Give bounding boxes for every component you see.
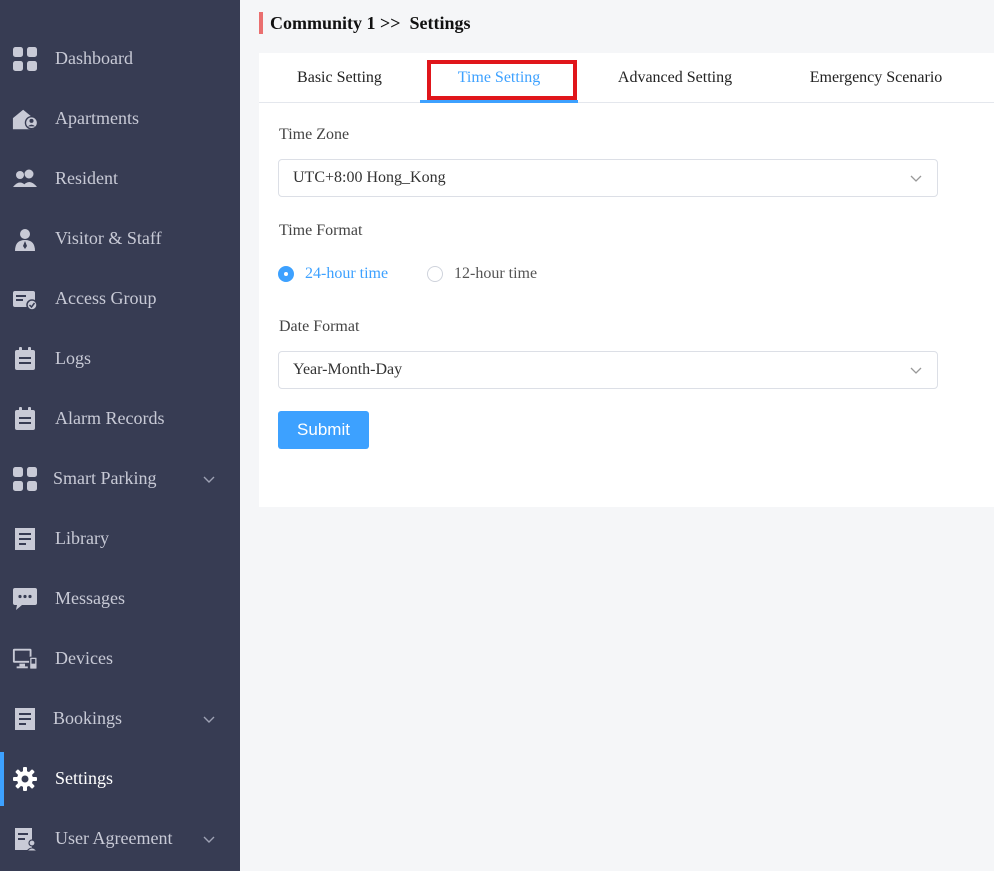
sidebar-item-dashboard[interactable]: Dashboard [0, 32, 240, 86]
chevron-down-icon [910, 175, 922, 182]
sidebar-item-label: Smart Parking [53, 468, 157, 489]
sidebar-item-access-group[interactable]: Access Group [0, 272, 240, 326]
dashboard-icon [13, 47, 37, 71]
radio-12-hour[interactable]: 12-hour time [427, 264, 537, 284]
chevron-down-icon [910, 367, 922, 374]
submit-button[interactable]: Submit [278, 411, 369, 449]
sidebar-item-alarm-records[interactable]: Alarm Records [0, 392, 240, 446]
sidebar-item-logs[interactable]: Logs [0, 332, 240, 386]
sidebar-item-label: Devices [55, 648, 113, 669]
time-zone-select[interactable]: UTC+8:00 Hong_Kong [278, 159, 938, 197]
sidebar-item-label: Logs [55, 348, 91, 369]
sidebar-item-smart-parking[interactable]: Smart Parking [0, 452, 240, 506]
bookings-icon [15, 708, 35, 730]
date-format-label: Date Format [279, 318, 360, 335]
tab-time-setting[interactable]: Time Setting [420, 53, 578, 103]
time-zone-value: UTC+8:00 Hong_Kong [293, 169, 446, 186]
radio-label: 24-hour time [305, 265, 389, 282]
active-indicator [0, 752, 4, 806]
devices-icon [12, 648, 38, 670]
active-tab-underline [420, 100, 578, 103]
date-format-value: Year-Month-Day [293, 361, 403, 378]
settings-card: Basic Setting Time Setting Advanced Sett… [259, 53, 994, 507]
breadcrumb-accent-bar [259, 12, 263, 34]
sidebar-item-messages[interactable]: Messages [0, 572, 240, 626]
radio-unchecked-indicator [427, 266, 443, 282]
sidebar-item-label: Messages [55, 588, 125, 609]
chevron-down-icon [203, 836, 215, 843]
sidebar-item-label: Library [55, 528, 109, 549]
sidebar-item-library[interactable]: Library [0, 512, 240, 566]
chevron-down-icon [203, 476, 215, 483]
sidebar-item-label: Apartments [55, 108, 139, 129]
sidebar-item-label: Access Group [55, 288, 157, 309]
time-zone-label: Time Zone [279, 126, 350, 143]
alarm-records-icon [15, 407, 35, 430]
sidebar-item-bookings[interactable]: Bookings [0, 692, 240, 746]
sidebar-item-visitor-staff[interactable]: Visitor & Staff [0, 212, 240, 266]
sidebar-item-label: Alarm Records [55, 408, 165, 429]
tab-bar: Basic Setting Time Setting Advanced Sett… [259, 53, 994, 103]
sidebar-item-apartments[interactable]: Apartments [0, 92, 240, 146]
visitor-staff-icon [15, 229, 35, 251]
sidebar-item-devices[interactable]: Devices [0, 632, 240, 686]
library-icon [15, 528, 35, 550]
sidebar-item-resident[interactable]: Resident [0, 152, 240, 206]
sidebar-item-label: Visitor & Staff [55, 228, 162, 249]
sidebar-item-label: User Agreement [55, 828, 173, 849]
tab-advanced-setting[interactable]: Advanced Setting [578, 53, 772, 103]
sidebar-item-settings[interactable]: Settings [0, 752, 240, 806]
apartment-icon [12, 109, 38, 130]
tab-emergency-scenario[interactable]: Emergency Scenario [772, 53, 980, 103]
gear-icon [13, 767, 37, 791]
radio-24-hour[interactable]: 24-hour time [278, 264, 388, 284]
radio-checked-indicator [278, 266, 294, 282]
tab-basic-setting[interactable]: Basic Setting [259, 53, 420, 103]
sidebar-item-user-agreement[interactable]: User Agreement [0, 812, 240, 866]
time-format-label: Time Format [279, 222, 363, 239]
access-group-icon [13, 291, 38, 311]
radio-label: 12-hour time [454, 265, 538, 282]
sidebar: Dashboard Apartments Resident Visitor & … [0, 0, 240, 871]
chevron-down-icon [203, 716, 215, 723]
sidebar-item-label: Resident [55, 168, 118, 189]
sidebar-item-label: Settings [55, 768, 114, 789]
breadcrumb: Community 1 >> Settings [259, 10, 471, 36]
page-title: Community 1 >> Settings [270, 12, 471, 33]
date-format-select[interactable]: Year-Month-Day [278, 351, 938, 389]
sidebar-item-label: Bookings [53, 708, 123, 729]
user-agreement-icon [15, 828, 38, 852]
messages-icon [13, 588, 37, 610]
logs-icon [15, 347, 35, 370]
resident-icon [13, 169, 37, 187]
smart-parking-icon [13, 467, 37, 491]
sidebar-item-label: Dashboard [55, 48, 133, 69]
